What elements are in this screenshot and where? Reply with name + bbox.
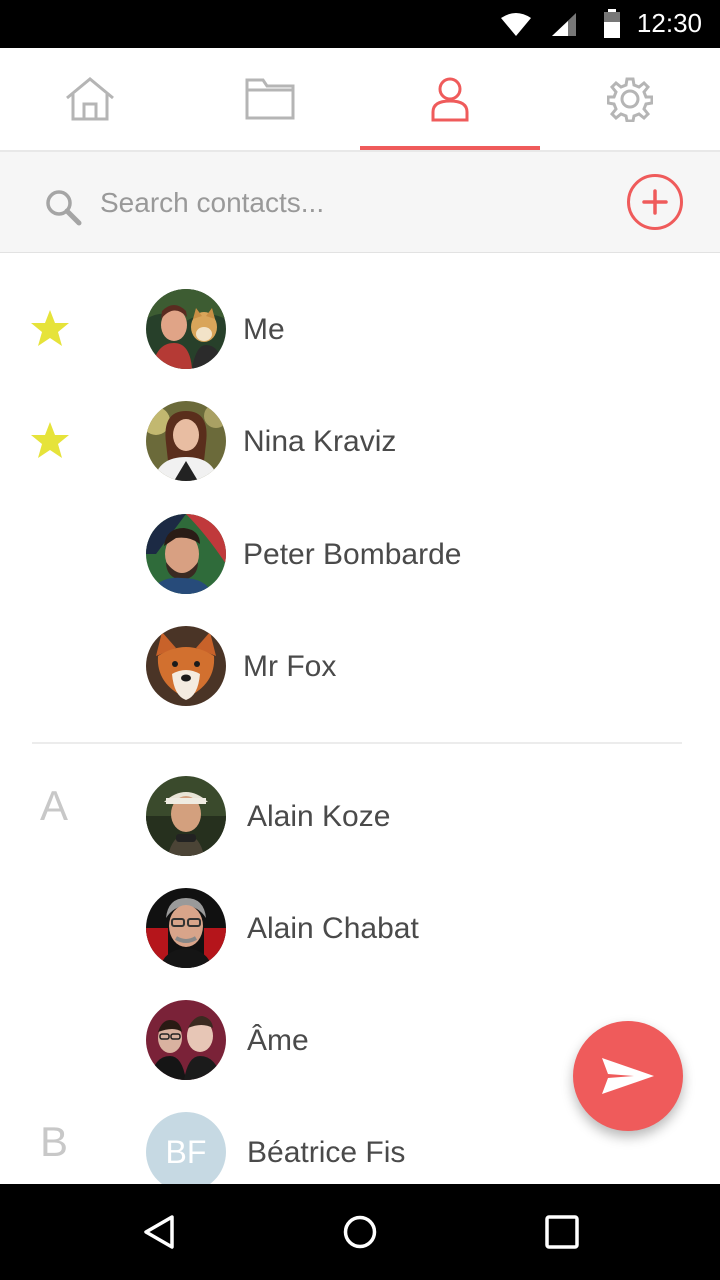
send-fab-button[interactable] [573,1021,683,1131]
contact-name: Alain Koze [247,800,391,833]
home-circle-icon [343,1215,377,1249]
signal-icon [552,13,576,36]
back-icon [144,1215,174,1249]
send-icon [602,1058,654,1094]
search-icon [46,190,82,226]
tab-settings[interactable] [540,48,720,150]
star-icon [31,310,69,346]
contact-row[interactable]: A Alain Koze [0,760,720,872]
battery-icon [604,9,620,38]
avatar [146,1000,226,1080]
contact-name: Âme [247,1024,309,1057]
contact-name: Béatrice Fis [247,1136,406,1169]
contact-row[interactable]: Alain Chabat [0,872,720,984]
nav-home-button[interactable] [300,1184,420,1280]
search-bar [0,152,720,253]
star-icon [31,422,69,458]
nav-recents-button[interactable] [502,1184,622,1280]
avatar [146,626,226,706]
contact-name: Mr Fox [243,650,337,683]
plus-icon [642,189,668,215]
contact-row[interactable]: Nina Kraviz [0,385,720,497]
section-letter: B [40,1118,69,1165]
contact-name: Nina Kraviz [243,425,397,458]
contact-row[interactable]: Me [0,273,720,385]
person-icon [431,77,469,122]
tab-files[interactable] [180,48,360,150]
favorites-divider [32,742,682,744]
avatar [146,888,226,968]
avatar [146,401,226,481]
wifi-icon [501,13,531,36]
section-letter: A [40,782,69,829]
contact-name: Peter Bombarde [243,538,462,571]
avatar [146,776,226,856]
status-bar: 12:30 [0,0,720,48]
contact-row[interactable]: Peter Bombarde [0,498,720,610]
status-time: 12:30 [636,8,702,38]
avatar-initials: BF [146,1112,226,1184]
contact-name: Me [243,313,285,346]
contact-row[interactable]: Mr Fox [0,610,720,722]
avatar [146,514,226,594]
recents-icon [545,1215,579,1249]
search-input[interactable] [100,180,580,226]
avatar [146,289,226,369]
nav-back-button[interactable] [100,1184,220,1280]
active-tab-indicator [360,146,540,150]
contact-name: Alain Chabat [247,912,419,945]
home-icon [66,77,114,121]
folder-icon [245,78,295,120]
tab-home[interactable] [0,48,180,150]
tab-contacts[interactable] [360,48,540,150]
gear-icon [607,77,653,122]
navigation-bar [0,1184,720,1280]
add-contact-button[interactable] [627,174,683,230]
tab-bar [0,48,720,152]
